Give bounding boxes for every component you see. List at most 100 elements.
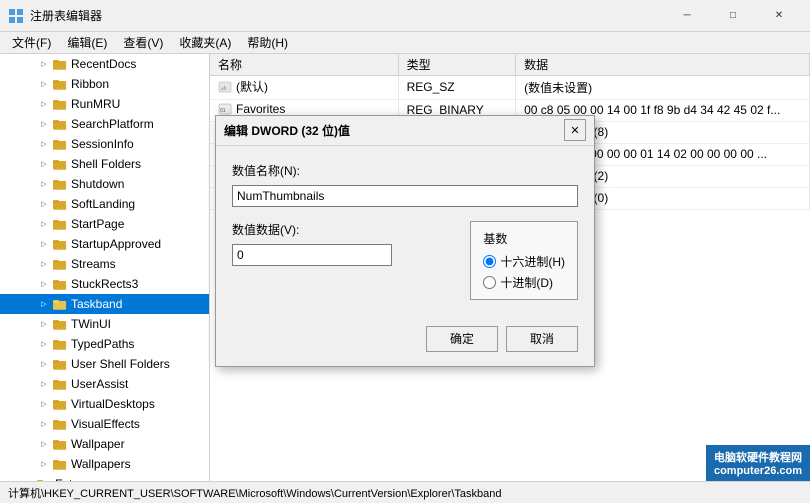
expand-icon[interactable]: ▷ — [36, 456, 52, 472]
tree-item[interactable]: ▷ Ext — [0, 474, 209, 481]
menu-help[interactable]: 帮助(H) — [239, 32, 296, 53]
table-row[interactable]: ab(默认)REG_SZ(数值未设置) — [210, 76, 810, 100]
tree-item[interactable]: ▷ VirtualDesktops — [0, 394, 209, 414]
menu-edit[interactable]: 编辑(E) — [59, 32, 115, 53]
maximize-button[interactable]: □ — [710, 0, 756, 32]
expand-icon[interactable]: ▷ — [36, 436, 52, 452]
folder-icon — [52, 176, 68, 192]
hex-radio-label[interactable]: 十六进制(H) — [483, 253, 565, 270]
tree-item[interactable]: ▷ SearchPlatform — [0, 114, 209, 134]
tree-item[interactable]: ▷ User Shell Folders — [0, 354, 209, 374]
dec-radio[interactable] — [483, 276, 496, 289]
expand-icon[interactable]: ▷ — [36, 336, 52, 352]
tree-item[interactable]: ▷ TypedPaths — [0, 334, 209, 354]
data-input[interactable] — [232, 244, 392, 266]
expand-icon[interactable]: ▷ — [36, 296, 52, 312]
tree-item[interactable]: ▷ StartPage — [0, 214, 209, 234]
tree-item[interactable]: ▷ RecentDocs — [0, 54, 209, 74]
dialog-close-button[interactable]: ✕ — [564, 119, 586, 141]
svg-text:01: 01 — [220, 108, 226, 114]
tree-item-label: Streams — [71, 257, 116, 271]
expand-icon[interactable]: ▷ — [36, 176, 52, 192]
expand-icon[interactable]: ▷ — [36, 116, 52, 132]
title-bar: 注册表编辑器 ─ □ ✕ — [0, 0, 810, 32]
tree-item-label: Ribbon — [71, 77, 109, 91]
cell-data: (数值未设置) — [516, 76, 810, 100]
dialog-data-row: 数值数据(V): 基数 十六进制(H) 十进制(D) — [232, 221, 578, 300]
folder-icon — [52, 296, 68, 312]
col-type: 类型 — [398, 54, 516, 76]
name-label: 数值名称(N): — [232, 162, 578, 179]
minimize-button[interactable]: ─ — [664, 0, 710, 32]
expand-icon[interactable]: ▷ — [36, 316, 52, 332]
folder-icon — [52, 376, 68, 392]
expand-icon[interactable]: ▷ — [36, 76, 52, 92]
menu-file[interactable]: 文件(F) — [4, 32, 59, 53]
expand-icon[interactable]: ▷ — [36, 216, 52, 232]
cell-type: REG_SZ — [398, 76, 516, 100]
tree-item[interactable]: ▷ TWinUI — [0, 314, 209, 334]
expand-icon[interactable]: ▷ — [36, 356, 52, 372]
dialog-body: 数值名称(N): 数值数据(V): 基数 十六进制(H) — [216, 146, 594, 316]
tree-item[interactable]: ▷ Shutdown — [0, 174, 209, 194]
ok-button[interactable]: 确定 — [426, 326, 498, 352]
value-section: 数值数据(V): — [232, 221, 458, 266]
tree-item-label: StuckRects3 — [71, 277, 138, 291]
expand-icon[interactable]: ▷ — [36, 276, 52, 292]
tree-item-label: UserAssist — [71, 377, 128, 391]
expand-icon[interactable]: ▷ — [36, 96, 52, 112]
tree-item[interactable]: ▷ Taskband — [0, 294, 209, 314]
tree-item-label: Wallpaper — [71, 437, 125, 451]
tree-item-label: RunMRU — [71, 97, 120, 111]
hex-radio[interactable] — [483, 255, 496, 268]
tree-item[interactable]: ▷ Wallpapers — [0, 454, 209, 474]
expand-icon[interactable]: ▷ — [36, 396, 52, 412]
radix-title: 基数 — [483, 230, 565, 247]
expand-icon[interactable]: ▷ — [36, 136, 52, 152]
folder-icon — [52, 316, 68, 332]
edit-dword-dialog: 编辑 DWORD (32 位)值 ✕ 数值名称(N): 数值数据(V): 基数 … — [215, 115, 595, 367]
tree-item[interactable]: ▷ Wallpaper — [0, 434, 209, 454]
close-button[interactable]: ✕ — [756, 0, 802, 32]
svg-text:ab: ab — [221, 86, 227, 92]
expand-icon[interactable]: ▷ — [36, 256, 52, 272]
expand-icon[interactable]: ▷ — [36, 196, 52, 212]
dec-label: 十进制(D) — [500, 274, 553, 291]
tree-item[interactable]: ▷ VisualEffects — [0, 414, 209, 434]
cancel-button[interactable]: 取消 — [506, 326, 578, 352]
name-input[interactable] — [232, 185, 578, 207]
hex-label: 十六进制(H) — [500, 253, 565, 270]
tree-item-label: StartPage — [71, 217, 124, 231]
menu-view[interactable]: 查看(V) — [115, 32, 171, 53]
tree-item-label: Wallpapers — [71, 457, 131, 471]
tree-item-label: StartupApproved — [71, 237, 161, 251]
tree-item[interactable]: ▷ StartupApproved — [0, 234, 209, 254]
expand-icon[interactable]: ▷ — [36, 56, 52, 72]
folder-icon — [52, 76, 68, 92]
tree-item[interactable]: ▷ Ribbon — [0, 74, 209, 94]
data-label: 数值数据(V): — [232, 221, 458, 238]
folder-icon — [52, 356, 68, 372]
expand-icon[interactable]: ▷ — [36, 376, 52, 392]
folder-icon — [52, 156, 68, 172]
folder-icon — [52, 336, 68, 352]
tree-item[interactable]: ▷ SoftLanding — [0, 194, 209, 214]
tree-item[interactable]: ▷ Streams — [0, 254, 209, 274]
tree-item[interactable]: ▷ Shell Folders — [0, 154, 209, 174]
tree-item[interactable]: ▷ RunMRU — [0, 94, 209, 114]
expand-icon[interactable]: ▷ — [36, 156, 52, 172]
tree-item-label: SessionInfo — [71, 137, 134, 151]
app-icon — [8, 8, 24, 24]
folder-icon — [52, 56, 68, 72]
tree-item-label: Shell Folders — [71, 157, 141, 171]
tree-panel[interactable]: ▷ RecentDocs▷ Ribbon▷ RunMRU▷ SearchPlat… — [0, 54, 210, 481]
window-title: 注册表编辑器 — [30, 7, 664, 24]
expand-icon[interactable]: ▷ — [36, 416, 52, 432]
tree-item[interactable]: ▷ UserAssist — [0, 374, 209, 394]
tree-item[interactable]: ▷ StuckRects3 — [0, 274, 209, 294]
menu-favorites[interactable]: 收藏夹(A) — [171, 32, 239, 53]
dec-radio-label[interactable]: 十进制(D) — [483, 274, 565, 291]
folder-icon — [52, 396, 68, 412]
tree-item[interactable]: ▷ SessionInfo — [0, 134, 209, 154]
expand-icon[interactable]: ▷ — [36, 236, 52, 252]
